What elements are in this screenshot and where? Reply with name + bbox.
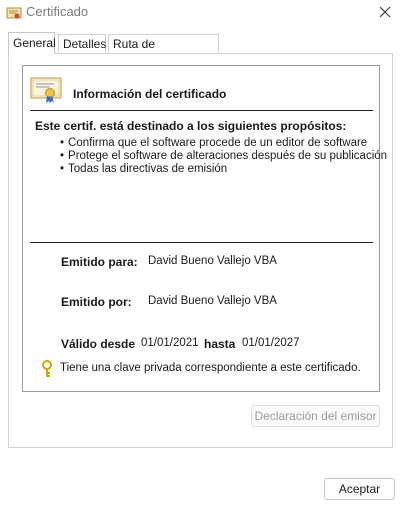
issued-by-label: Emitido por:	[61, 295, 132, 309]
divider	[30, 110, 373, 111]
purposes-list: Confirma que el software procede de un e…	[60, 137, 387, 176]
key-icon	[40, 360, 54, 378]
issued-to-value: David Bueno Vallejo VBA	[148, 255, 277, 267]
divider	[30, 242, 373, 243]
tab-general[interactable]: General	[8, 32, 56, 54]
certificate-heading: Información del certificado	[73, 87, 227, 101]
issued-to-label: Emitido para:	[61, 255, 138, 269]
close-icon[interactable]	[377, 3, 393, 21]
purposes-title: Este certif. está destinado a los siguie…	[35, 119, 347, 133]
purpose-item: Protege el software de alteraciones desp…	[60, 150, 387, 163]
valid-from-value: 01/01/2021	[141, 337, 199, 349]
issuer-statement-button[interactable]: Declaración del emisor	[251, 405, 380, 427]
purpose-item: Todas las directivas de emisión	[60, 163, 387, 176]
accept-button[interactable]: Aceptar	[324, 478, 395, 500]
certificate-icon	[6, 5, 22, 21]
valid-to-value: 01/01/2027	[242, 337, 300, 349]
certificate-icon	[30, 76, 62, 104]
title-bar: Certificado	[0, 0, 403, 26]
window-title: Certificado	[26, 4, 89, 19]
issued-by-value: David Bueno Vallejo VBA	[148, 295, 277, 307]
valid-to-label: hasta	[204, 337, 236, 351]
tab-detalles[interactable]: Detalles	[58, 34, 106, 52]
private-key-text: Tiene una clave privada correspondiente …	[60, 362, 361, 374]
valid-from-label: Válido desde	[61, 337, 136, 351]
purpose-item: Confirma que el software procede de un e…	[60, 137, 387, 150]
tab-ruta-certificacion[interactable]: Ruta de certificación	[108, 34, 219, 69]
